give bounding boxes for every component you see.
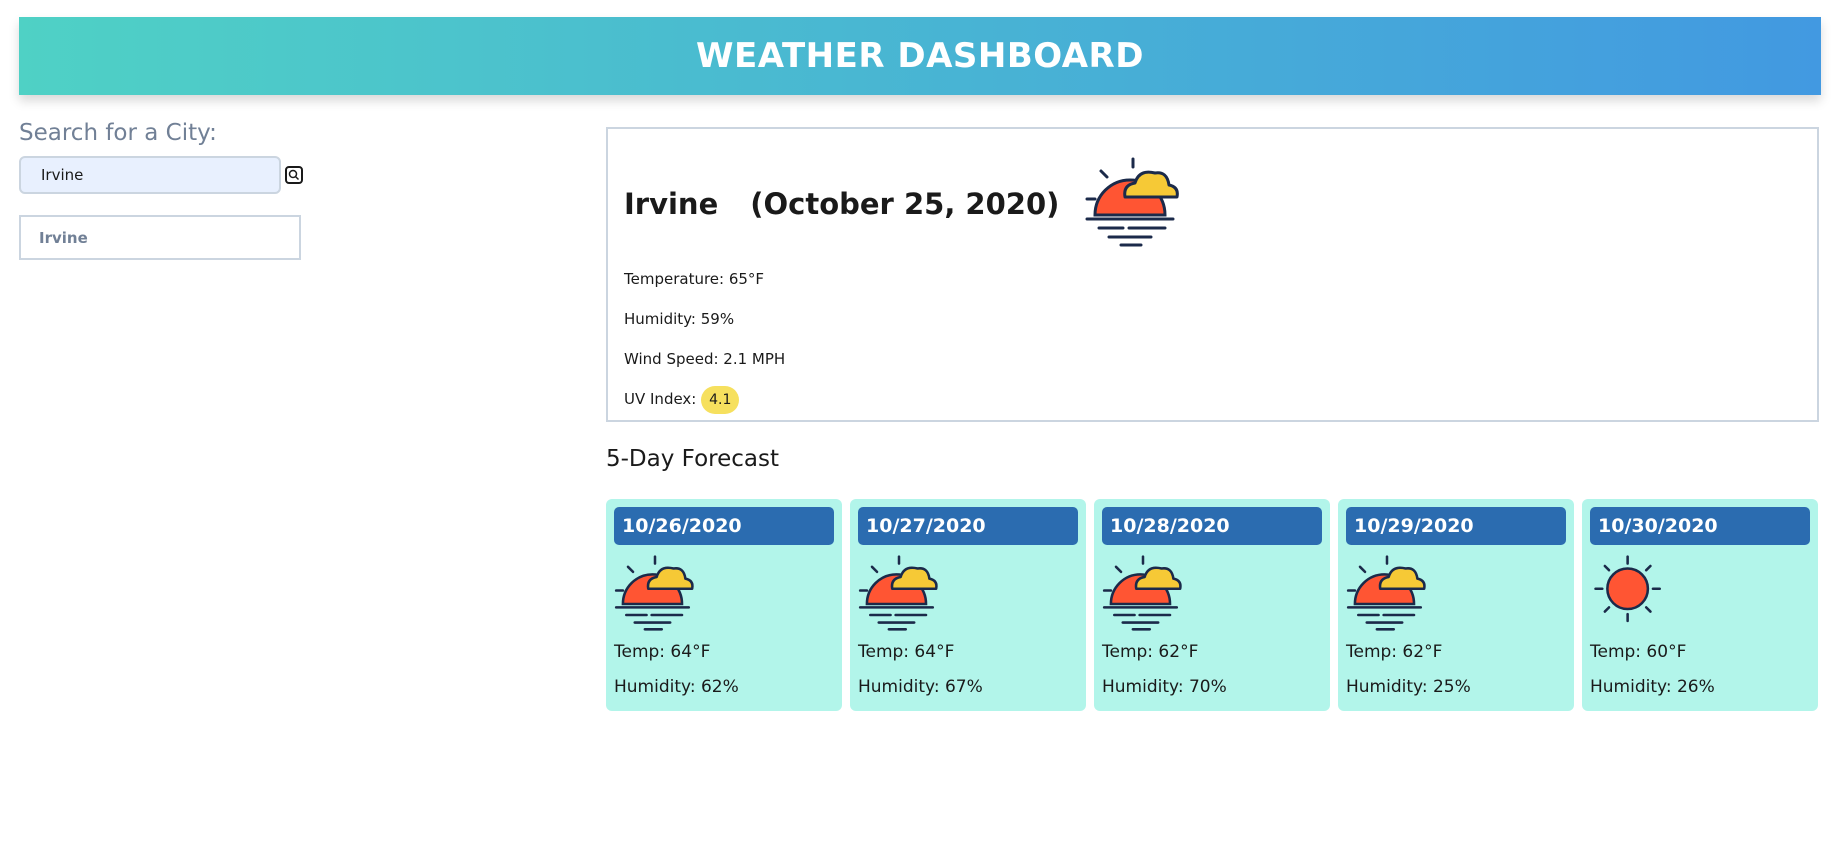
forecast-date: 10/29/2020 [1346, 507, 1566, 545]
cloudy-sunset-icon [1346, 555, 1566, 635]
current-date: (October 25, 2020) [750, 187, 1060, 221]
search-label: Search for a City: [19, 120, 217, 146]
page-title: WEATHER DASHBOARD [696, 36, 1144, 76]
forecast-humidity: Humidity: 25% [1346, 677, 1471, 697]
history-item-irvine[interactable]: Irvine [19, 215, 301, 260]
forecast-temp: Temp: 60°F [1590, 642, 1687, 662]
forecast-date: 10/26/2020 [614, 507, 834, 545]
cloudy-sunset-icon [1102, 555, 1322, 635]
current-weather-card: Irvine (October 25, 2020) Temperature: 6… [606, 127, 1819, 422]
forecast-humidity: Humidity: 62% [614, 677, 739, 697]
search-icon [288, 169, 300, 181]
forecast-temp: Temp: 64°F [614, 642, 711, 662]
search-history-list: Irvine [19, 215, 579, 260]
forecast-temp: Temp: 62°F [1346, 642, 1443, 662]
cloudy-sunset-icon [858, 555, 1078, 635]
search-row [19, 156, 579, 194]
forecast-temp: Temp: 64°F [858, 642, 955, 662]
forecast-card: 10/27/2020 Temp: 64°F Humidity: 67% [850, 499, 1086, 711]
uv-index-label: UV Index: [624, 390, 697, 408]
search-button[interactable] [285, 166, 303, 184]
forecast-date: 10/30/2020 [1590, 507, 1810, 545]
forecast-card: 10/28/2020 Temp: 62°F Humidity: 70% [1094, 499, 1330, 711]
temperature-text: Temperature: 65°F [624, 270, 765, 288]
cloudy-sunset-icon [1085, 157, 1181, 251]
uv-index-row: UV Index: 4.1 [624, 379, 1801, 419]
forecast-card: 10/29/2020 Temp: 62°F Humidity: 25% [1338, 499, 1574, 711]
forecast-humidity: Humidity: 26% [1590, 677, 1715, 697]
forecast-date: 10/27/2020 [858, 507, 1078, 545]
current-weather-title: Irvine (October 25, 2020) [624, 129, 1801, 259]
sun-icon [1590, 555, 1810, 635]
city-name: Irvine [624, 187, 719, 221]
humidity-text: Humidity: 59% [624, 310, 735, 328]
forecast-humidity: Humidity: 70% [1102, 677, 1227, 697]
cloudy-sunset-icon [614, 555, 834, 635]
header-bar: WEATHER DASHBOARD [19, 17, 1821, 95]
uv-index-badge: 4.1 [701, 386, 740, 414]
forecast-title: 5-Day Forecast [606, 446, 779, 472]
forecast-card: 10/30/2020 Temp: 60°F Humidity: 26% [1582, 499, 1818, 711]
forecast-list: 10/26/2020 Temp: 64°F Humidity: 62% 10/2… [606, 499, 1818, 711]
forecast-humidity: Humidity: 67% [858, 677, 983, 697]
forecast-temp: Temp: 62°F [1102, 642, 1199, 662]
wind-speed-text: Wind Speed: 2.1 MPH [624, 350, 786, 368]
search-input[interactable] [19, 156, 281, 194]
forecast-card: 10/26/2020 Temp: 64°F Humidity: 62% [606, 499, 842, 711]
forecast-date: 10/28/2020 [1102, 507, 1322, 545]
sidebar: Search for a City: Irvine [19, 118, 579, 260]
